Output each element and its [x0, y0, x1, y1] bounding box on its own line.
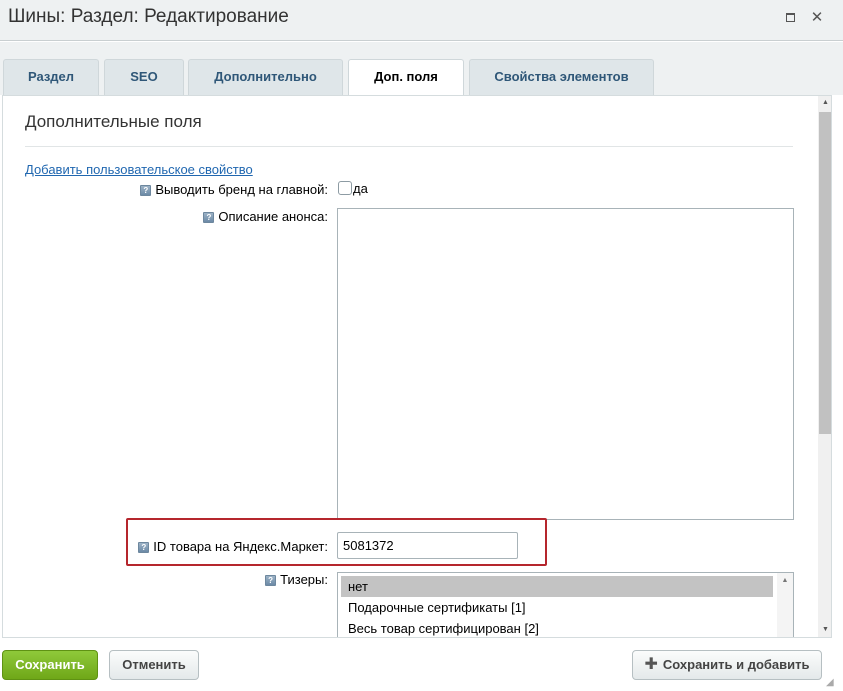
cancel-button[interactable]: Отменить: [109, 650, 199, 680]
help-icon[interactable]: ?: [138, 542, 150, 554]
scroll-up-icon[interactable]: ▲: [777, 573, 793, 589]
scroll-up-icon[interactable]: ▲: [818, 96, 831, 110]
brand-field-label: ? Выводить бренд на главной:: [140, 182, 328, 197]
maximize-icon[interactable]: [782, 10, 798, 26]
yandex-label-text: ID товара на Яндекс.Маркет:: [153, 539, 328, 554]
teasers-label-text: Тизеры:: [280, 572, 328, 587]
plus-icon: ✚: [644, 656, 658, 673]
announce-label-text: Описание анонса:: [218, 209, 328, 224]
brand-checkbox-label[interactable]: да: [353, 181, 368, 196]
close-icon[interactable]: ✕: [809, 10, 825, 26]
brand-checkbox[interactable]: [338, 181, 352, 195]
window-title: Шины: Раздел: Редактирование: [8, 6, 289, 27]
tab-element-properties[interactable]: Свойства элементов: [469, 59, 654, 96]
panel-scrollbar[interactable]: ▲ ▼: [818, 96, 831, 637]
save-and-add-button[interactable]: ✚ Сохранить и добавить: [632, 650, 822, 680]
yandex-field-label: ? ID товара на Яндекс.Маркет:: [138, 539, 328, 554]
yandex-id-input[interactable]: 5081372: [337, 532, 518, 559]
teasers-listbox[interactable]: нет Подарочные сертификаты [1] Весь това…: [337, 572, 794, 637]
brand-label-text: Выводить бренд на главной:: [155, 182, 328, 197]
teasers-scrollbar[interactable]: ▲: [777, 573, 793, 637]
scroll-down-icon[interactable]: ▼: [818, 623, 831, 637]
teasers-field-label: ? Тизеры:: [265, 572, 328, 587]
save-and-add-label: Сохранить и добавить: [662, 657, 810, 672]
help-icon[interactable]: ?: [140, 185, 152, 197]
help-icon[interactable]: ?: [265, 575, 277, 587]
announce-textarea[interactable]: [337, 208, 794, 520]
section-divider: [25, 146, 793, 147]
save-button[interactable]: Сохранить: [2, 650, 98, 680]
teaser-option[interactable]: Подарочные сертификаты [1]: [341, 597, 773, 618]
teaser-option[interactable]: Весь товар сертифицирован [2]: [341, 618, 773, 637]
section-title: Дополнительные поля: [25, 112, 202, 131]
title-bar: Шины: Раздел: Редактирование ✕: [0, 0, 843, 41]
help-icon[interactable]: ?: [203, 212, 215, 224]
add-custom-property-link[interactable]: Добавить пользовательское свойство: [25, 162, 253, 177]
content-panel: Дополнительные поля Добавить пользовател…: [2, 95, 832, 638]
teaser-option[interactable]: нет: [341, 576, 773, 597]
tab-section[interactable]: Раздел: [3, 59, 99, 96]
tab-seo[interactable]: SEO: [104, 59, 184, 96]
announce-field-label: ? Описание анонса:: [203, 209, 328, 224]
resize-grip-icon[interactable]: ◢: [826, 676, 840, 690]
scrollbar-thumb[interactable]: [819, 112, 831, 434]
tab-extra-fields[interactable]: Доп. поля: [348, 59, 464, 96]
tab-additional[interactable]: Дополнительно: [188, 59, 343, 96]
